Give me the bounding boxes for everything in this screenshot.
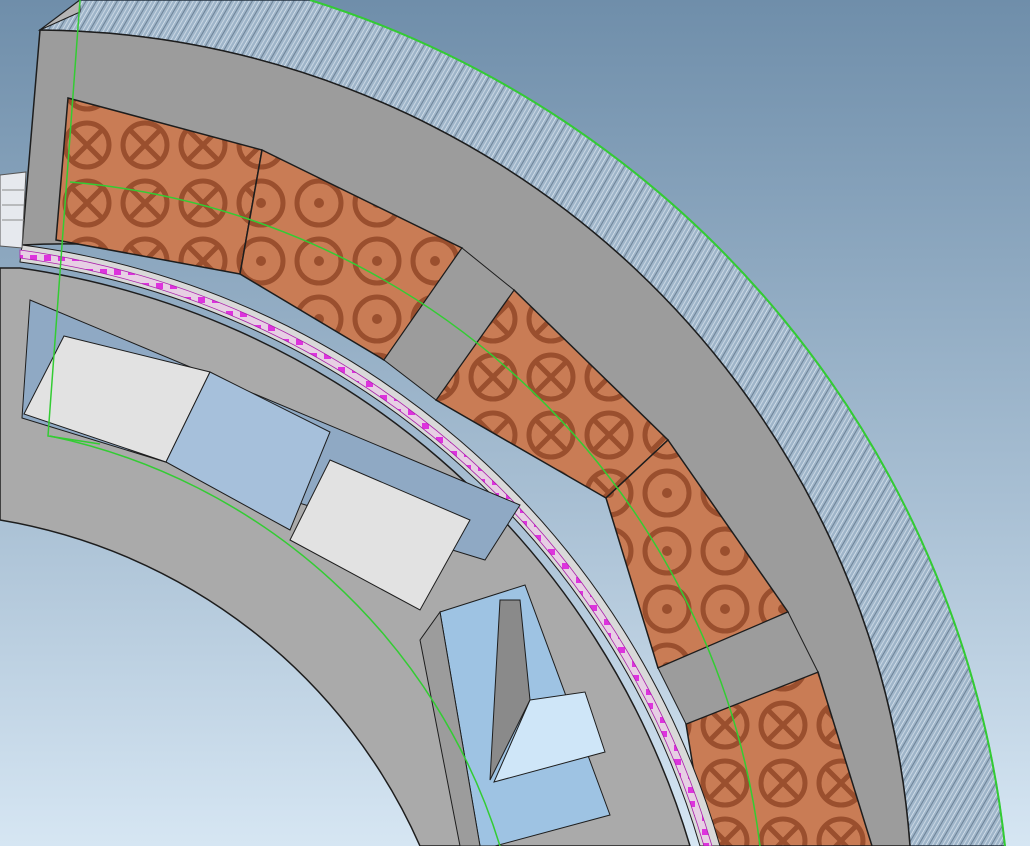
left-connector: [0, 171, 27, 249]
stator-section-model: [0, 0, 1030, 846]
cad-viewport[interactable]: [0, 0, 1030, 846]
